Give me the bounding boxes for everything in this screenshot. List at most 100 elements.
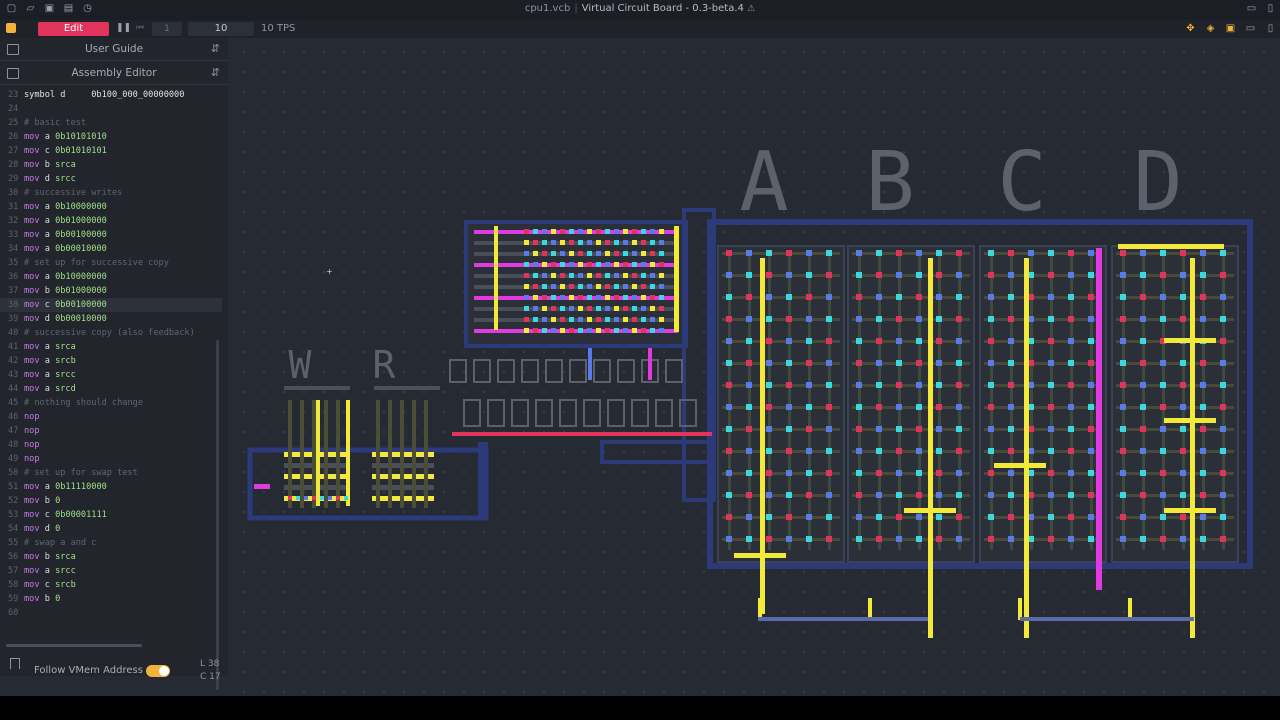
rom-cell [560,328,565,333]
code-line[interactable]: 26 mov a 0b10101010 [0,130,222,144]
code-token: mov [24,160,45,170]
bit-cell [1220,360,1226,366]
bit-cell [956,492,962,498]
code-line[interactable]: 28 mov b srca [0,158,222,172]
code-line[interactable]: 43 mov a srcc [0,368,222,382]
code-line[interactable]: 31 mov a 0b10000000 [0,200,222,214]
bit-cell [1200,536,1206,542]
circuit-board[interactable]: ABCD W R + [228,38,1280,696]
bit-trace [852,362,970,365]
code-line[interactable]: 35 # set up for successive copy [0,256,222,270]
code-line[interactable]: 57 mov a srcc [0,564,222,578]
rom-cell [587,295,592,300]
line-number: 45 [8,398,19,408]
bookmark-icon[interactable] [10,658,20,669]
vertical-scrollbar[interactable] [216,340,219,690]
output-loop [758,598,762,620]
horizontal-scrollbar[interactable] [6,644,142,647]
code-line[interactable]: 25 # basic test [0,116,222,130]
code-line[interactable]: 59 mov b 0 [0,592,222,606]
code-line[interactable]: 52 mov b 0 [0,494,222,508]
sidebar-icon[interactable]: ▯ [1265,23,1276,34]
code-line[interactable]: 36 mov a 0b10000000 [0,270,222,284]
code-line[interactable]: 56 mov b srca [0,550,222,564]
code-line[interactable]: 48 nop [0,438,222,452]
rom-cell [587,328,592,333]
assembly-code-editor[interactable]: 23 symbol d 0b100_000_00000000 24 25 # basic… [0,88,222,628]
mode-icon[interactable] [6,23,16,33]
code-line[interactable]: 54 mov d 0 [0,522,222,536]
code-line[interactable]: 37 mov b 0b01000000 [0,284,222,298]
code-line[interactable]: 60 [0,606,222,620]
code-line[interactable]: 38 mov c 0b00100000 [0,298,222,312]
drag-handle-icon[interactable]: ⇵ [211,66,220,79]
rom-cell [542,317,547,322]
rom-cell [524,284,529,289]
assembly-editor-title: Assembly Editor [71,67,157,79]
code-line[interactable]: 32 mov a 0b01000000 [0,214,222,228]
code-line[interactable]: 49 nop [0,452,222,466]
code-line[interactable]: 42 mov a srcb [0,354,222,368]
rom-cell [641,262,646,267]
bit-cell [936,382,942,388]
book-icon[interactable]: ▭ [1246,3,1257,14]
circuit-canvas[interactable]: ABCD W R + [228,38,1280,696]
bit-trace [852,472,970,475]
bit-cell [1120,470,1126,476]
square-icon[interactable]: ▣ [1225,23,1236,34]
follow-vmem-toggle[interactable] [146,665,170,677]
code-line[interactable]: 44 mov a srcd [0,382,222,396]
code-line[interactable]: 46 nop [0,410,222,424]
code-line[interactable]: 41 mov a srca [0,340,222,354]
code-line[interactable]: 40 # successive copy (also feedback) [0,326,222,340]
code-line[interactable]: 39 mov d 0b00010000 [0,312,222,326]
rom-cell [605,328,610,333]
code-line[interactable]: 45 # nothing should change [0,396,222,410]
code-line[interactable]: 27 mov c 0b01010101 [0,144,222,158]
code-line[interactable]: 47 nop [0,424,222,438]
bit-cell [1140,250,1146,256]
line-text: # set up for swap test [24,466,138,480]
rom-cell [524,295,529,300]
code-token: # set up for successive copy [24,258,169,268]
code-line[interactable]: 53 mov c 0b00001111 [0,508,222,522]
code-line[interactable]: 30 # successive writes [0,186,222,200]
bit-cell [988,316,994,322]
register-label-a: A [739,135,788,230]
bit-cell [856,426,862,432]
code-line[interactable]: 50 # set up for swap test [0,466,222,480]
line-number: 58 [8,580,19,590]
step-button[interactable]: ⏮ [136,23,144,33]
pin-icon[interactable]: ✥ [1185,23,1196,34]
bit-cell [856,448,862,454]
bit-cell [916,338,922,344]
code-line[interactable]: 51 mov a 0b11110000 [0,480,222,494]
bit-cell [746,338,752,344]
code-line[interactable]: 24 [0,102,222,116]
user-guide-panel-header[interactable]: User Guide ⇵ [0,38,228,61]
chat-icon[interactable]: ▭ [1245,23,1256,34]
rom-cell [569,284,574,289]
bit-cell [786,426,792,432]
rom-cell [551,273,556,278]
code-line[interactable]: 33 mov a 0b00100000 [0,228,222,242]
layers-icon[interactable]: ◈ [1205,23,1216,34]
code-line[interactable]: 29 mov d srcc [0,172,222,186]
pause-button[interactable]: ❚❚ [116,23,131,33]
bit-trace [1116,362,1234,365]
panel-toggle-icon[interactable]: ▯ [1265,3,1276,14]
tick-speed-input[interactable]: 10 [188,22,254,36]
rom-cell [533,273,538,278]
rom-row [474,230,678,234]
drag-handle-icon[interactable]: ⇵ [211,42,220,55]
bit-cell [1220,294,1226,300]
code-line[interactable]: 55 # swap a and c [0,536,222,550]
bit-cell [1120,382,1126,388]
step-count-input[interactable]: 1 [152,22,182,36]
code-line[interactable]: 58 mov c srcb [0,578,222,592]
edit-mode-button[interactable]: Edit [38,22,109,36]
assembly-editor-panel-header[interactable]: Assembly Editor ⇵ [0,62,228,85]
bit-cell [1140,272,1146,278]
code-line[interactable]: 23 symbol d 0b100_000_00000000 [0,88,222,102]
code-line[interactable]: 34 mov a 0b00010000 [0,242,222,256]
